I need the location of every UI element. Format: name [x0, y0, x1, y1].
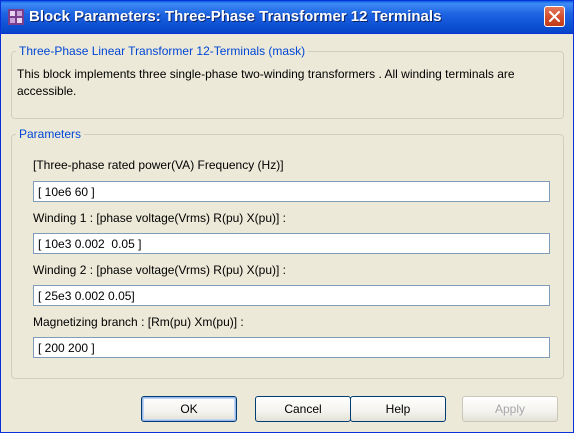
rated-power-input[interactable] — [33, 181, 550, 202]
mask-group-legend: Three-Phase Linear Transformer 12-Termin… — [19, 44, 306, 58]
magnetizing-label: Magnetizing branch : [Rm(pu) Xm(pu)] : — [33, 315, 244, 329]
simulink-block-icon — [8, 9, 24, 25]
winding1-input[interactable] — [33, 233, 550, 254]
winding2-label: Winding 2 : [phase voltage(Vrms) R(pu) X… — [33, 263, 286, 277]
rated-power-label: [Three-phase rated power(VA) Frequency (… — [33, 158, 284, 172]
help-button[interactable]: Help — [350, 396, 446, 422]
winding2-input[interactable] — [33, 285, 550, 306]
winding1-label: Winding 1 : [phase voltage(Vrms) R(pu) X… — [33, 211, 286, 225]
ok-button[interactable]: OK — [141, 396, 237, 422]
close-button[interactable] — [544, 6, 565, 27]
mask-description: This block implements three single-phase… — [17, 67, 515, 98]
cancel-button[interactable]: Cancel — [255, 396, 351, 422]
window-title: Block Parameters: Three-Phase Transforme… — [29, 8, 442, 25]
title-bar[interactable]: Block Parameters: Three-Phase Transforme… — [1, 1, 573, 34]
parameters-group-legend: Parameters — [19, 127, 82, 141]
block-parameters-dialog: Block Parameters: Three-Phase Transforme… — [0, 0, 574, 433]
magnetizing-input[interactable] — [33, 337, 550, 358]
apply-button[interactable]: Apply — [462, 396, 558, 422]
